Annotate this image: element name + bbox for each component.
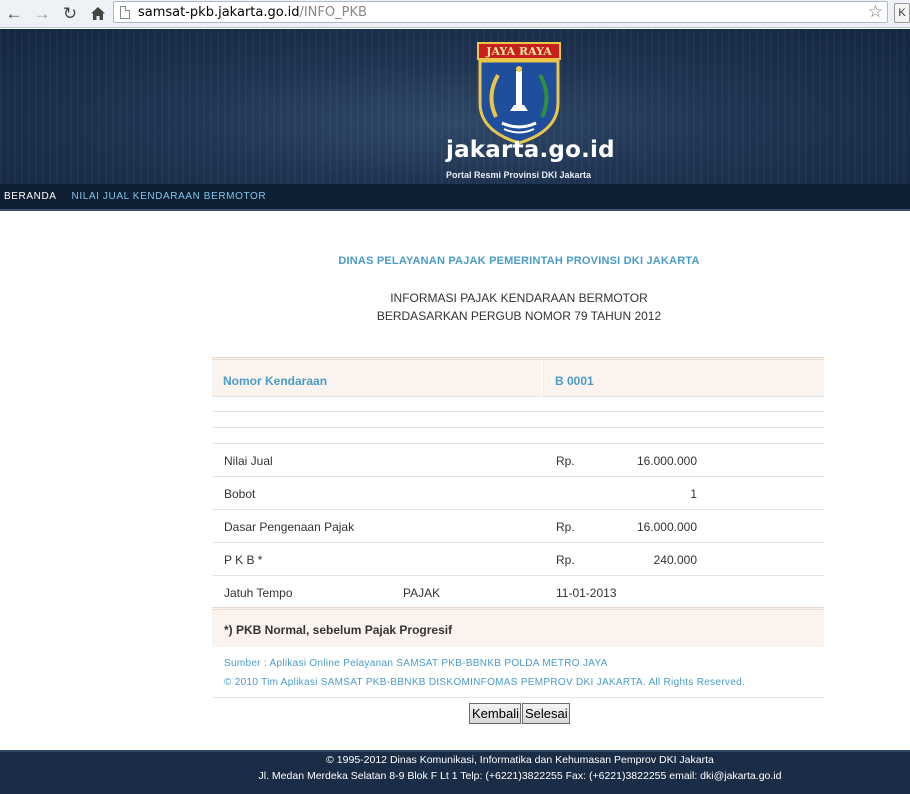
row-label: Bobot	[224, 487, 256, 501]
source-text: Sumber : Aplikasi Online Pelayanan SAMSA…	[224, 658, 608, 669]
site-name[interactable]: jakarta.go.id	[446, 137, 615, 163]
row-mid: PAJAK	[403, 586, 441, 600]
spacer-row	[212, 413, 824, 428]
back-button[interactable]: Kembali	[469, 703, 521, 724]
jakarta-crest-logo[interactable]: JAYA RAYA	[474, 41, 564, 145]
row-currency: 11-01-2013	[556, 586, 617, 600]
info-title-line1: INFORMASI PAJAK KENDARAAN BERMOTOR	[390, 291, 648, 305]
footer-address: Jl. Medan Merdeka Selatan 8-9 Blok F Lt …	[258, 770, 782, 782]
site-footer: © 1995-2012 Dinas Komunikasi, Informatik…	[0, 750, 910, 794]
row-label: Jatuh Tempo	[224, 586, 293, 600]
copyright-text: © 2010 Tim Aplikasi SAMSAT PKB-BBNKB DIS…	[224, 677, 746, 688]
vehicle-number-label: Nomor Kendaraan	[223, 374, 328, 388]
pkb-note-row: *) PKB Normal, sebelum Pajak Progresif	[212, 607, 824, 647]
site-header: JAYA RAYA jakarta.go.id Portal Resmi Pro…	[0, 29, 910, 184]
done-button[interactable]: Selesai	[522, 703, 570, 724]
page-document-icon	[120, 5, 130, 19]
row-label: Dasar Pengenaan Pajak	[224, 520, 355, 534]
vehicle-number-value: B 0001	[555, 374, 594, 388]
vehicle-number-row: Nomor Kendaraan B 0001	[212, 357, 824, 397]
forward-arrow-icon[interactable]: →	[28, 2, 56, 26]
extension-button[interactable]: K	[894, 3, 910, 23]
column-separator	[541, 360, 544, 397]
address-bar[interactable]: samsat-pkb.jakarta.go.id/INFO_PKB ☆	[113, 1, 888, 23]
spacer-row	[212, 397, 824, 412]
row-currency: Rp.	[556, 553, 575, 567]
url-path: /INFO_PKB	[299, 4, 367, 20]
url-host: samsat-pkb.jakarta.go.id	[138, 4, 300, 20]
row-label: Nilai Jual	[224, 454, 273, 468]
department-title: DINAS PELAYANAN PAJAK PEMERINTAH PROVINS…	[338, 255, 700, 267]
browser-toolbar: ← → ↻ samsat-pkb.jakarta.go.id/INFO_PKB …	[0, 0, 910, 28]
row-amount: 16.000.000	[636, 454, 697, 468]
home-icon[interactable]	[84, 2, 112, 26]
info-title-line2: BERDASARKAN PERGUB NOMOR 79 TAHUN 2012	[376, 309, 662, 323]
bookmark-star-icon[interactable]: ☆	[868, 2, 883, 22]
table-row: Jatuh Tempo PAJAK 11-01-2013	[212, 576, 824, 609]
table-row: Nilai Jual Rp. 16.000.000	[212, 444, 824, 477]
site-tagline: Portal Resmi Provinsi DKI Jakarta	[446, 170, 592, 180]
table-row: Dasar Pengenaan Pajak Rp. 16.000.000	[212, 510, 824, 543]
reload-icon[interactable]: ↻	[56, 2, 84, 26]
back-arrow-icon[interactable]: ←	[0, 2, 28, 26]
table-row: P K B * Rp. 240.000	[212, 543, 824, 576]
pkb-note: *) PKB Normal, sebelum Pajak Progresif	[224, 623, 453, 637]
row-currency: Rp.	[556, 454, 575, 468]
row-amount: 16.000.000	[636, 520, 697, 534]
row-amount: 1	[690, 487, 697, 501]
main-menu: BERANDA NILAI JUAL KENDARAAN BERMOTOR	[0, 184, 910, 211]
menu-item-beranda[interactable]: BERANDA	[4, 191, 57, 202]
crest-banner-text: JAYA RAYA	[485, 45, 552, 58]
table-row: Bobot 1	[212, 477, 824, 510]
row-amount: 240.000	[653, 553, 697, 567]
spacer-row	[212, 429, 824, 444]
footer-copyright: © 1995-2012 Dinas Komunikasi, Informatik…	[326, 754, 714, 766]
divider	[212, 697, 824, 698]
menu-item-nilai-jual[interactable]: NILAI JUAL KENDARAAN BERMOTOR	[72, 191, 267, 202]
row-label: P K B *	[224, 553, 263, 567]
row-currency: Rp.	[556, 520, 575, 534]
